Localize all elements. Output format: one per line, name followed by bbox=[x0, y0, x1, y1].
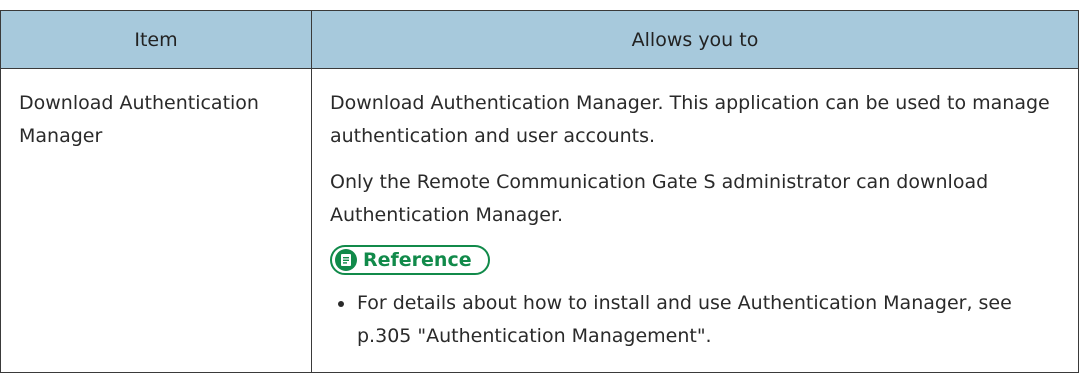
cell-item-name: Download Authentication Manager bbox=[0, 68, 312, 373]
reference-note-icon bbox=[335, 249, 357, 271]
function-table: Item Allows you to Download Authenticati… bbox=[0, 10, 1079, 373]
list-item: For details about how to install and use… bbox=[330, 287, 1058, 353]
bullet-dot bbox=[338, 301, 344, 307]
table-header-row: Item Allows you to bbox=[0, 10, 1079, 69]
description-paragraph: Only the Remote Communication Gate S adm… bbox=[330, 171, 989, 226]
header-allows: Allows you to bbox=[311, 10, 1079, 69]
reference-label: Reference bbox=[363, 249, 472, 271]
cell-allows-description: Download Authentication Manager. This ap… bbox=[311, 68, 1079, 373]
reference-text: For details about how to install and use… bbox=[357, 292, 1012, 347]
reference-list: For details about how to install and use… bbox=[330, 287, 1058, 353]
item-name-text: Download Authentication Manager bbox=[19, 92, 259, 147]
description-paragraph: Download Authentication Manager. This ap… bbox=[330, 92, 1050, 147]
table-row: Download Authentication Manager Download… bbox=[0, 68, 1079, 373]
reference-badge: Reference bbox=[330, 245, 490, 275]
header-item: Item bbox=[0, 10, 312, 69]
